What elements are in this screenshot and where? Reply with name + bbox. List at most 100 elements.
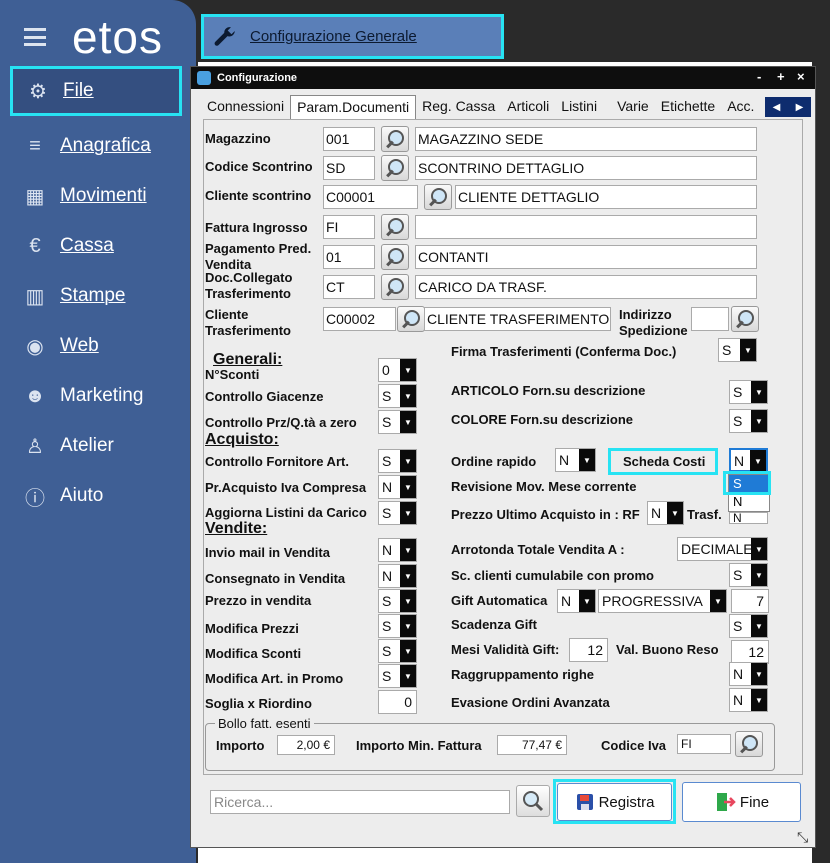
scheda-costi-select[interactable]: N ▼ [729, 448, 768, 472]
bollo-legend: Bollo fatt. esenti [215, 716, 314, 731]
importo-min-input[interactable]: 77,47 € [497, 735, 567, 755]
cliente-scontrino-code-input[interactable]: C00001 [323, 185, 418, 209]
search-button[interactable] [516, 785, 550, 817]
controllo-giacenze-select[interactable]: S ▼ [378, 384, 417, 408]
dropdown-option-n[interactable]: N [729, 493, 769, 511]
cliente-trasf-code-input[interactable]: C00002 [323, 307, 396, 331]
aggiorna-listini-select[interactable]: S ▼ [378, 501, 417, 525]
tab-listini[interactable]: Listini [555, 95, 603, 119]
modifica-promo-select[interactable]: S ▼ [378, 664, 417, 688]
scheda-costi-label: Scheda Costi [623, 454, 706, 469]
articolo-forn-select[interactable]: S ▼ [729, 380, 768, 404]
gift-mode-select[interactable]: PROGRESSIVA ▼ [598, 589, 727, 613]
doc-collegato-lookup-icon[interactable] [381, 274, 409, 300]
pagamento-code-input[interactable]: 01 [323, 245, 375, 269]
fattura-ingrosso-code-input[interactable]: FI [323, 215, 375, 239]
trasf-select[interactable]: N [729, 512, 768, 524]
mesi-validita-input[interactable]: 12 [569, 638, 608, 662]
raggruppamento-select[interactable]: N ▼ [729, 662, 768, 686]
configurazione-generale-button[interactable]: Configurazione Generale [201, 14, 504, 59]
doc-collegato-desc-input[interactable]: CARICO DA TRASF. [415, 275, 757, 299]
importo-input[interactable]: 2,00 € [277, 735, 335, 755]
invio-mail-select[interactable]: N ▼ [378, 538, 417, 562]
soglia-riordino-label: Soglia x Riordino [205, 696, 312, 711]
modifica-sconti-select[interactable]: S ▼ [378, 639, 417, 663]
tab-varie[interactable]: Varie [611, 95, 655, 119]
tab-etichette[interactable]: Etichette [655, 95, 721, 119]
fattura-ingrosso-lookup-icon[interactable] [381, 214, 409, 240]
cliente-trasf-desc-input[interactable]: CLIENTE TRASFERIMENTO [424, 307, 611, 331]
n-sconti-select[interactable]: 0 ▼ [378, 358, 417, 382]
doc-collegato-label: Doc.Collegato [205, 270, 293, 285]
cliente-trasf-lookup-icon[interactable] [397, 306, 425, 332]
modifica-prezzi-select[interactable]: S ▼ [378, 614, 417, 638]
sidebar-item-aiuto[interactable]: ⓘ Aiuto [10, 471, 182, 521]
prezzo-ultimo-select[interactable]: N ▼ [647, 501, 684, 525]
soglia-riordino-input[interactable]: 0 [378, 690, 417, 714]
minimize-button[interactable]: - [757, 69, 761, 84]
indirizzo-label-2: Spedizione [619, 323, 688, 338]
chevron-down-icon: ▼ [400, 476, 416, 498]
sidebar-item-file[interactable]: ⚙ File [10, 66, 182, 116]
magazzino-lookup-icon[interactable] [381, 126, 409, 152]
cliente-scontrino-desc-input[interactable]: CLIENTE DETTAGLIO [455, 185, 757, 209]
codice-scontrino-desc-input[interactable]: SCONTRINO DETTAGLIO [415, 156, 757, 180]
controllo-prz-select[interactable]: S ▼ [378, 410, 417, 434]
gift-num-input[interactable]: 7 [731, 589, 769, 613]
fine-button[interactable]: Fine [682, 782, 801, 822]
tab-param-documenti[interactable]: Param.Documenti [290, 95, 417, 119]
section-acquisto: Acquisto: [205, 431, 279, 448]
tab-articoli[interactable]: Articoli [501, 95, 555, 119]
codice-iva-lookup-icon[interactable] [735, 731, 763, 757]
evasione-label: Evasione Ordini Avanzata [451, 695, 610, 710]
fattura-ingrosso-desc-input[interactable] [415, 215, 757, 239]
colore-forn-select[interactable]: S ▼ [729, 409, 768, 433]
ordine-rapido-select[interactable]: N ▼ [555, 448, 596, 472]
prezzo-vendita-select[interactable]: S ▼ [378, 589, 417, 613]
sidebar-item-atelier[interactable]: ♙ Atelier [10, 421, 182, 471]
codice-scontrino-lookup-icon[interactable] [381, 155, 409, 181]
codice-iva-input[interactable]: FI [677, 734, 731, 754]
doc-collegato-code-input[interactable]: CT [323, 275, 375, 299]
tab-acc[interactable]: Acc. [721, 95, 760, 119]
maximize-button[interactable]: + [777, 69, 785, 84]
arrotonda-label: Arrotonda Totale Vendita A : [451, 542, 625, 557]
sidebar-item-anagrafica[interactable]: ≡ Anagrafica [10, 121, 182, 171]
gift-auto-select[interactable]: N ▼ [557, 589, 596, 613]
tab-scroll-left-icon[interactable]: ◀ [773, 102, 781, 113]
controllo-fornitore-select[interactable]: S ▼ [378, 449, 417, 473]
tab-reg-cassa[interactable]: Reg. Cassa [416, 95, 501, 119]
cliente-scontrino-lookup-icon[interactable] [424, 184, 452, 210]
tab-bar: Connessioni Param.Documenti Reg. Cassa A… [201, 95, 813, 119]
firma-select[interactable]: S ▼ [718, 338, 757, 362]
sidebar-item-web[interactable]: ◉ Web [10, 321, 182, 371]
close-button[interactable]: × [797, 69, 805, 84]
resize-grip-icon[interactable]: ⤡ [797, 829, 808, 846]
sidebar-item-cassa[interactable]: € Cassa [10, 221, 182, 271]
pr-acquisto-select[interactable]: N ▼ [378, 475, 417, 499]
sidebar-item-stampe[interactable]: ▥ Stampe [10, 271, 182, 321]
indirizzo-lookup-icon[interactable] [731, 306, 759, 332]
indirizzo-code-input[interactable] [691, 307, 729, 331]
registra-button[interactable]: Registra [557, 783, 672, 821]
importo-min-label: Importo Min. Fattura [356, 738, 482, 753]
pagamento-desc-input[interactable]: CONTANTI [415, 245, 757, 269]
arrotonda-select[interactable]: DECIMALE ▼ [677, 537, 768, 561]
menu-icon[interactable] [24, 28, 46, 46]
consegnato-select[interactable]: N ▼ [378, 564, 417, 588]
tab-connessioni[interactable]: Connessioni [201, 95, 290, 119]
codice-scontrino-code-input[interactable]: SD [323, 156, 375, 180]
sidebar-item-marketing[interactable]: ☻ Marketing [10, 371, 182, 421]
val-buono-input[interactable]: 12 [731, 640, 769, 664]
pagamento-lookup-icon[interactable] [381, 244, 409, 270]
magazzino-code-input[interactable]: 001 [323, 127, 375, 151]
tab-scroll-right-icon[interactable]: ▶ [796, 102, 804, 113]
chevron-down-icon: ▼ [400, 640, 416, 662]
scadenza-gift-select[interactable]: S ▼ [729, 614, 768, 638]
modifica-sconti-label: Modifica Sconti [205, 646, 302, 661]
evasione-select[interactable]: N ▼ [729, 688, 768, 712]
sc-clienti-select[interactable]: S ▼ [729, 563, 768, 587]
search-input[interactable]: Ricerca... [210, 790, 510, 814]
sidebar-item-movimenti[interactable]: ▦ Movimenti [10, 171, 182, 221]
magazzino-desc-input[interactable]: MAGAZZINO SEDE [415, 127, 757, 151]
